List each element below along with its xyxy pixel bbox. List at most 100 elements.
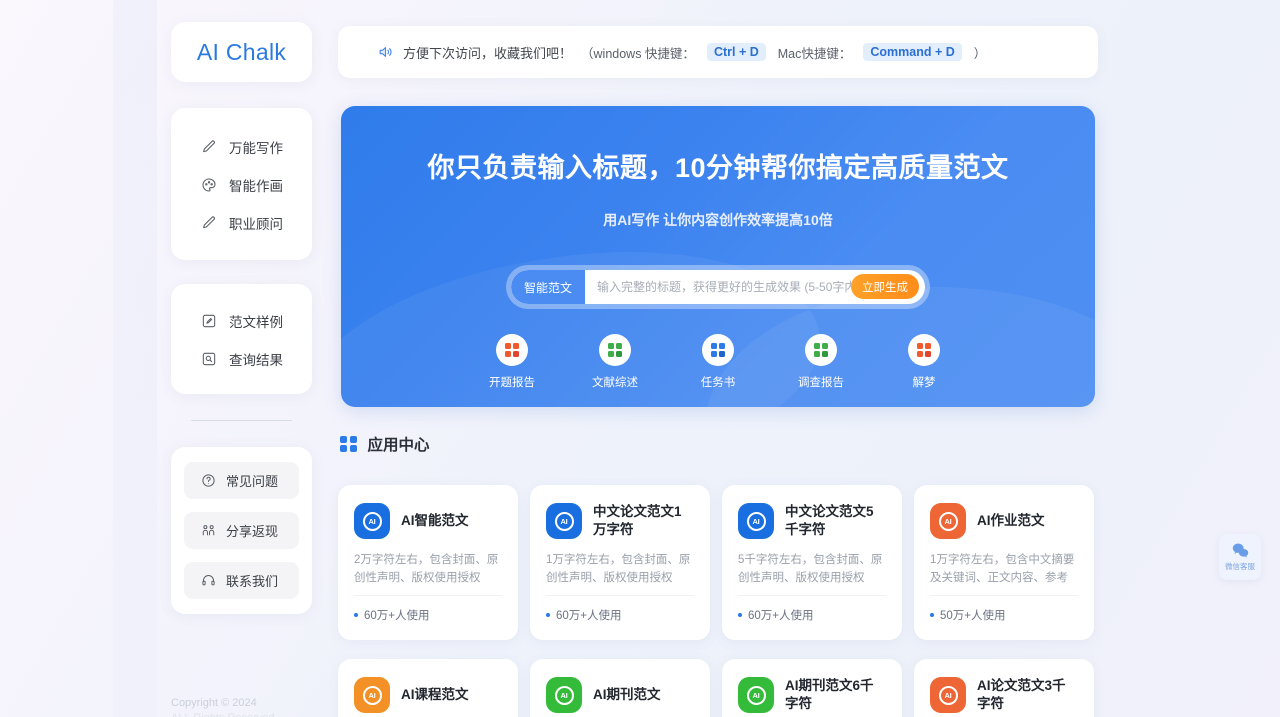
grid-icon	[340, 435, 357, 453]
app-card-title: AI作业范文	[977, 512, 1045, 528]
app-card-title: AI期刊范文6千字符	[785, 678, 874, 712]
sidebar-item-career-advisor[interactable]: 职业顾问	[171, 204, 312, 242]
search-category-selector[interactable]: 智能范文	[511, 270, 586, 304]
app-card-title: 中文论文范文1万字符	[593, 504, 682, 538]
windows-shortcut-key: Ctrl + D	[706, 43, 766, 61]
wechat-customer-service-widget[interactable]: 微信客服	[1219, 534, 1261, 580]
grid-icon	[813, 342, 829, 358]
quick-link-task-book[interactable]: 任务书	[692, 334, 744, 390]
app-center-header: 应用中心	[340, 433, 430, 455]
ai-app-icon: AI	[738, 677, 774, 714]
hero-quick-links: 开题报告 文献综述 任务书 调查报告 解梦	[341, 334, 1095, 390]
quick-link-literature-review[interactable]: 文献综述	[589, 334, 641, 390]
app-card-separator	[354, 595, 502, 596]
question-circle-icon	[201, 473, 216, 488]
app-card-header: AI AI期刊范文	[546, 677, 694, 713]
status-dot	[738, 613, 742, 617]
app-center-title: 应用中心	[367, 437, 430, 454]
status-dot	[354, 613, 358, 617]
quick-link-icon-wrap	[805, 334, 837, 366]
ai-app-icon: AI	[930, 503, 966, 539]
sidebar-divider	[191, 420, 292, 421]
app-card-separator	[546, 595, 694, 596]
app-card[interactable]: AI AI课程范文	[338, 659, 518, 717]
app-card[interactable]: AI 中文论文范文1万字符 1万字符左右，包含封面、原创性声明、版权使用授权书、…	[530, 485, 710, 640]
grid-icon	[607, 342, 623, 358]
app-card-usage: 50万+人使用	[940, 610, 1006, 622]
quick-link-label: 文献综述	[592, 377, 638, 389]
headset-icon	[201, 573, 216, 588]
quick-link-proposal-report[interactable]: 开题报告	[486, 334, 538, 390]
sidebar-item-label: 智能作画	[229, 179, 283, 194]
grid-icon	[916, 342, 932, 358]
sidebar-item-label: 查询结果	[229, 353, 283, 368]
mac-shortcut-key: Command + D	[863, 43, 962, 61]
app-card-header: AI AI智能范文	[354, 503, 502, 539]
footer-rights: ALL Rights Reserved	[171, 712, 275, 717]
ai-app-icon: AI	[354, 503, 390, 539]
ai-app-icon: AI	[546, 677, 582, 713]
app-card-description: 1万字符左右，包含中文摘要及关键词、正文内容、参考文献	[930, 554, 1075, 584]
app-card-title: AI智能范文	[401, 512, 469, 528]
quick-link-label: 解梦	[912, 377, 936, 389]
app-card[interactable]: AI AI智能范文 2万字符左右，包含封面、原创性声明、版权使用授权书、中 60…	[338, 485, 518, 640]
app-card-header: AI AI课程范文	[354, 677, 502, 713]
ai-app-icon: AI	[738, 503, 774, 540]
app-card[interactable]: AI AI期刊范文6千字符	[722, 659, 902, 717]
app-card[interactable]: AI AI论文范文3千字符	[914, 659, 1094, 717]
app-card[interactable]: AI 中文论文范文5千字符 5千字符左右，包含封面、原创性声明、版权使用授权书、…	[722, 485, 902, 640]
mac-shortcut-label: Mac快捷键：	[777, 46, 852, 61]
logo[interactable]: AI Chalk	[171, 22, 312, 82]
sidebar-item-label: 分享返现	[226, 524, 279, 539]
quick-link-label: 调查报告	[798, 377, 844, 389]
app-card-header: AI 中文论文范文1万字符	[546, 503, 694, 540]
bookmark-notice-bar: 方便下次访问，收藏我们吧！ （windows 快捷键： Ctrl + D Mac…	[338, 26, 1098, 78]
hero-subtitle: 用AI写作 让你内容创作效率提高10倍	[603, 212, 833, 228]
sidebar-item-universal-writing[interactable]: 万能写作	[171, 128, 312, 166]
background-band	[113, 0, 157, 717]
sidebar-help-nav: 常见问题 分享返现 联系我们	[171, 447, 312, 614]
hero-title: 你只负责输入标题，10分钟帮你搞定高质量范文	[427, 153, 1009, 183]
pen-icon	[201, 139, 217, 155]
search-document-icon	[201, 351, 217, 367]
page-root: AI Chalk 万能写作 智能作画 职业顾问 范文样例 查询结果 常见问题 分…	[0, 0, 1280, 717]
hero-search-bar: 智能范文 立即生成	[506, 265, 930, 309]
sidebar-item-faq[interactable]: 常见问题	[184, 462, 299, 499]
footer-copyright: Copyright © 2024	[171, 697, 257, 709]
quick-link-dream-interpretation[interactable]: 解梦	[898, 334, 950, 390]
quick-link-survey-report[interactable]: 调查报告	[795, 334, 847, 390]
app-card-separator	[738, 595, 886, 596]
sidebar-item-sample-essays[interactable]: 范文样例	[171, 302, 312, 340]
quick-link-icon-wrap	[599, 334, 631, 366]
people-icon	[201, 523, 216, 538]
app-card[interactable]: AI AI作业范文 1万字符左右，包含中文摘要及关键词、正文内容、参考文献 50…	[914, 485, 1094, 640]
app-card-description: 1万字符左右，包含封面、原创性声明、版权使用授权书、中	[546, 554, 691, 585]
palette-icon	[201, 177, 217, 193]
app-card-description: 2万字符左右，包含封面、原创性声明、版权使用授权书、中	[354, 554, 499, 584]
generate-button[interactable]: 立即生成	[851, 274, 919, 299]
wechat-widget-label: 微信客服	[1225, 562, 1255, 571]
grid-icon	[504, 342, 520, 358]
sidebar-item-query-results[interactable]: 查询结果	[171, 340, 312, 378]
quick-link-icon-wrap	[496, 334, 528, 366]
app-card-separator	[930, 595, 1078, 596]
app-card-header: AI AI作业范文	[930, 503, 1078, 539]
document-edit-icon	[201, 313, 217, 329]
app-card-title: 中文论文范文5千字符	[785, 504, 874, 538]
app-card-footer: 60万+人使用	[738, 607, 814, 623]
app-card-usage: 60万+人使用	[556, 610, 622, 622]
app-card-title: AI课程范文	[401, 686, 469, 702]
app-card[interactable]: AI AI期刊范文	[530, 659, 710, 717]
logo-text: AI Chalk	[196, 38, 287, 65]
sidebar-item-share-rebate[interactable]: 分享返现	[184, 512, 299, 549]
app-card-title: AI期刊范文	[593, 686, 661, 702]
ai-app-icon: AI	[354, 677, 390, 713]
status-dot	[930, 613, 934, 617]
status-dot	[546, 613, 550, 617]
app-card-title: AI论文范文3千字符	[977, 678, 1066, 712]
hero-banner: 你只负责输入标题，10分钟帮你搞定高质量范文 用AI写作 让你内容创作效率提高1…	[341, 106, 1095, 407]
sidebar-item-label: 常见问题	[226, 474, 279, 489]
quick-link-label: 开题报告	[489, 377, 535, 389]
sidebar-item-smart-painting[interactable]: 智能作画	[171, 166, 312, 204]
sidebar-item-contact-us[interactable]: 联系我们	[184, 562, 299, 599]
